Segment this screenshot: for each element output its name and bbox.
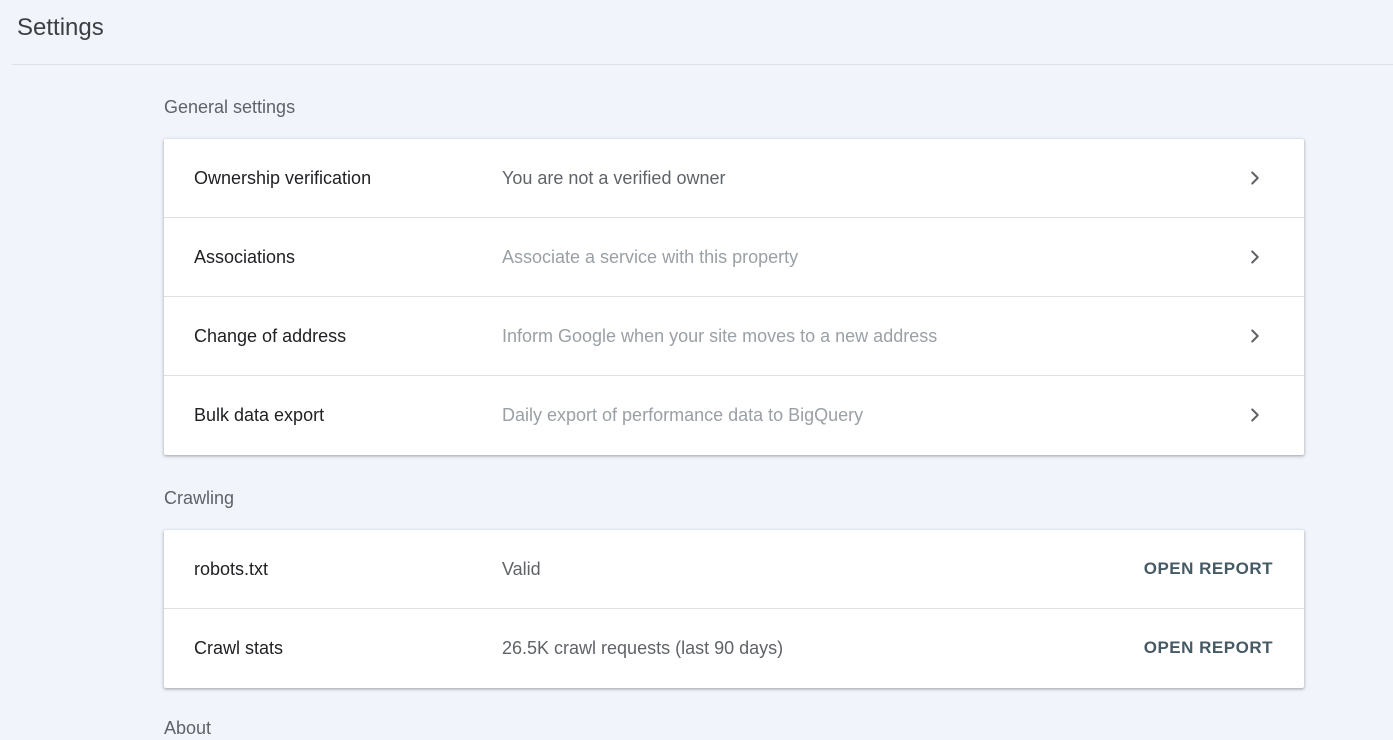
settings-row-change-of-address[interactable]: Change of address Inform Google when you… — [164, 297, 1304, 376]
settings-row-crawl-stats: Crawl stats 26.5K crawl requests (last 9… — [164, 609, 1304, 688]
page-title: Settings — [17, 14, 104, 41]
settings-row-bulk-data-export[interactable]: Bulk data export Daily export of perform… — [164, 376, 1304, 455]
general-settings-card: Ownership verification You are not a ver… — [164, 139, 1304, 455]
open-report-button[interactable]: OPEN REPORT — [1144, 636, 1273, 660]
row-description: You are not a verified owner — [502, 168, 726, 188]
open-report-button[interactable]: OPEN REPORT — [1144, 557, 1273, 581]
section-heading-general: General settings — [164, 97, 296, 117]
settings-row-ownership-verification[interactable]: Ownership verification You are not a ver… — [164, 139, 1304, 218]
section-heading-about: About — [164, 718, 212, 738]
row-label: robots.txt — [194, 559, 269, 579]
row-description: Inform Google when your site moves to a … — [502, 326, 938, 346]
row-description: Daily export of performance data to BigQ… — [502, 405, 864, 425]
chevron-right-icon[interactable] — [1244, 246, 1266, 268]
section-heading-crawling: Crawling — [164, 488, 235, 508]
chevron-right-icon[interactable] — [1244, 325, 1266, 347]
row-label: Ownership verification — [194, 168, 372, 188]
chevron-right-icon[interactable] — [1244, 404, 1266, 426]
row-description: 26.5K crawl requests (last 90 days) — [502, 638, 784, 658]
row-label: Associations — [194, 247, 296, 267]
row-description: Valid — [502, 559, 541, 579]
chevron-right-icon[interactable] — [1244, 167, 1266, 189]
settings-row-associations[interactable]: Associations Associate a service with th… — [164, 218, 1304, 297]
row-description: Associate a service with this property — [502, 247, 799, 267]
row-label: Change of address — [194, 326, 347, 346]
app-header: Settings — [12, 0, 1393, 65]
crawling-card: robots.txt Valid OPEN REPORT Crawl stats… — [164, 530, 1304, 688]
settings-row-robots-txt: robots.txt Valid OPEN REPORT — [164, 530, 1304, 609]
row-label: Bulk data export — [194, 405, 325, 425]
row-label: Crawl stats — [194, 638, 284, 658]
